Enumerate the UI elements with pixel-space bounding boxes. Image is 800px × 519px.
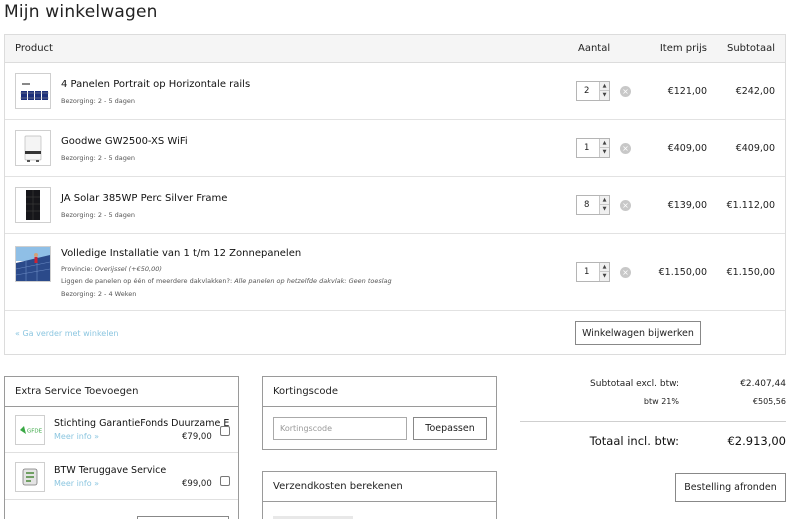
coupon-input[interactable]: [273, 417, 407, 440]
installation-image[interactable]: [15, 246, 51, 282]
totals-panel: Subtotaal excl. btw: €2.407,44 btw 21% €…: [520, 376, 786, 448]
column-header-subtotal: Subtotaal: [726, 43, 775, 54]
service-checkbox[interactable]: [220, 426, 230, 436]
option-value: Overijssel (+€50,00): [94, 265, 162, 273]
quantity-spinner[interactable]: ▲ ▼: [599, 139, 609, 157]
cart-row: Goodwe GW2500-XS WiFi Bezorging: 2 - 5 d…: [5, 120, 785, 177]
chevron-down-icon[interactable]: ▼: [600, 272, 609, 281]
chevron-up-icon[interactable]: ▲: [600, 139, 609, 148]
item-price: €1.150,00: [658, 267, 707, 278]
solar-rails-image[interactable]: [15, 73, 51, 109]
item-price: €121,00: [667, 86, 707, 97]
remove-item-icon[interactable]: ×: [620, 267, 631, 278]
option-province: Provincie: Overijssel (+€50,00): [61, 265, 162, 273]
quantity-value: 1: [584, 267, 590, 277]
extra-service-title: Extra Service Toevoegen: [5, 377, 238, 407]
total-label: Totaal incl. btw:: [589, 434, 679, 448]
column-header-quantity: Aantal: [578, 43, 611, 54]
option-label: Liggen de panelen op één of meerdere dak…: [61, 277, 233, 285]
update-cart-button[interactable]: Winkelwagen bijwerken: [575, 321, 701, 345]
service-item: BTW Teruggave Service Meer info » €99,00: [5, 454, 238, 500]
vat-row: btw 21% €505,56: [520, 394, 786, 412]
page-title: Mijn winkelwagen: [4, 2, 158, 22]
totals-divider: [520, 421, 786, 422]
more-info-link[interactable]: Meer info »: [54, 432, 99, 441]
coupon-box: Kortingscode Toepassen: [262, 376, 497, 450]
remove-item-icon[interactable]: ×: [620, 143, 631, 154]
apply-coupon-button[interactable]: Toepassen: [413, 417, 487, 440]
total-row: Totaal incl. btw: €2.913,00: [520, 434, 786, 454]
extra-service-box: Extra Service Toevoegen GFDE Stichting G…: [4, 376, 239, 519]
option-roof: Liggen de panelen op één of meerdere dak…: [61, 277, 392, 285]
subtotal-value: €2.407,44: [740, 379, 786, 389]
gfde-logo-text: GFDE: [27, 429, 43, 435]
chevron-up-icon[interactable]: ▲: [600, 263, 609, 272]
quantity-stepper[interactable]: 1 ▲ ▼: [576, 262, 610, 282]
chevron-down-icon[interactable]: ▼: [600, 148, 609, 157]
quantity-value: 8: [584, 200, 590, 210]
inverter-image[interactable]: [15, 130, 51, 166]
more-info-link[interactable]: Meer info »: [54, 479, 99, 488]
btw-service-logo: [15, 462, 45, 492]
chevron-down-icon[interactable]: ▼: [600, 91, 609, 100]
shipping-box: Verzendkosten berekenen: [262, 471, 497, 519]
item-subtotal: €242,00: [735, 86, 775, 97]
subtotal-label: Subtotaal excl. btw:: [590, 379, 679, 389]
service-price: €79,00: [182, 432, 212, 442]
item-subtotal: €409,00: [735, 143, 775, 154]
service-item: GFDE Stichting GarantieFonds Duurzame En…: [5, 407, 238, 453]
chevron-up-icon[interactable]: ▲: [600, 82, 609, 91]
shipping-title: Verzendkosten berekenen: [263, 472, 496, 502]
gfde-logo: GFDE: [15, 415, 45, 445]
chevron-up-icon[interactable]: ▲: [600, 196, 609, 205]
subtotal-row: Subtotaal excl. btw: €2.407,44: [520, 376, 786, 394]
item-subtotal: €1.112,00: [726, 200, 775, 211]
item-price: €139,00: [667, 200, 707, 211]
quantity-value: 2: [584, 86, 590, 96]
vat-value: €505,56: [752, 397, 786, 406]
service-checkbox[interactable]: [220, 476, 230, 486]
total-value: €2.913,00: [727, 434, 786, 448]
coupon-title: Kortingscode: [263, 377, 496, 407]
product-name[interactable]: Goodwe GW2500-XS WiFi: [61, 136, 188, 147]
cart-table-header: Product Aantal Item prijs Subtotaal: [5, 35, 785, 63]
solar-panel-image[interactable]: [15, 187, 51, 223]
quantity-spinner[interactable]: ▲ ▼: [599, 82, 609, 100]
delivery-info: Bezorging: 2 - 5 dagen: [61, 211, 136, 219]
delivery-info: Bezorging: 2 - 4 Weken: [61, 290, 137, 298]
quantity-stepper[interactable]: 2 ▲ ▼: [576, 81, 610, 101]
column-header-product: Product: [15, 43, 53, 54]
product-name[interactable]: JA Solar 385WP Perc Silver Frame: [61, 193, 227, 204]
option-label: Provincie:: [61, 265, 93, 273]
chevron-down-icon[interactable]: ▼: [600, 205, 609, 214]
quantity-spinner[interactable]: ▲ ▼: [599, 196, 609, 214]
cart-row: Volledige Installatie van 1 t/m 12 Zonne…: [5, 234, 785, 311]
product-name[interactable]: 4 Panelen Portrait op Horizontale rails: [61, 79, 250, 90]
quantity-stepper[interactable]: 1 ▲ ▼: [576, 138, 610, 158]
delivery-info: Bezorging: 2 - 5 dagen: [61, 97, 136, 105]
item-subtotal: €1.150,00: [726, 267, 775, 278]
cart-table: Product Aantal Item prijs Subtotaal 4 Pa…: [4, 34, 786, 355]
continue-shopping-link[interactable]: « Ga verder met winkelen: [15, 329, 118, 338]
remove-item-icon[interactable]: ×: [620, 86, 631, 97]
service-price: €99,00: [182, 479, 212, 489]
quantity-spinner[interactable]: ▲ ▼: [599, 263, 609, 281]
option-value: Alle panelen op hetzelfde dakvlak: Geen …: [234, 277, 392, 285]
service-name: Stichting GarantieFonds Duurzame Energie: [54, 418, 230, 429]
cart-row: 4 Panelen Portrait op Horizontale rails …: [5, 63, 785, 120]
product-name[interactable]: Volledige Installatie van 1 t/m 12 Zonne…: [61, 248, 301, 259]
checkout-button[interactable]: Bestelling afronden: [675, 473, 786, 502]
delivery-info: Bezorging: 2 - 5 dagen: [61, 154, 136, 162]
item-price: €409,00: [667, 143, 707, 154]
quantity-stepper[interactable]: 8 ▲ ▼: [576, 195, 610, 215]
cart-row: JA Solar 385WP Perc Silver Frame Bezorgi…: [5, 177, 785, 234]
quantity-value: 1: [584, 143, 590, 153]
vat-label: btw 21%: [643, 397, 679, 406]
remove-item-icon[interactable]: ×: [620, 200, 631, 211]
service-name: BTW Teruggave Service: [54, 465, 167, 476]
column-header-item-price: Item prijs: [659, 43, 707, 54]
